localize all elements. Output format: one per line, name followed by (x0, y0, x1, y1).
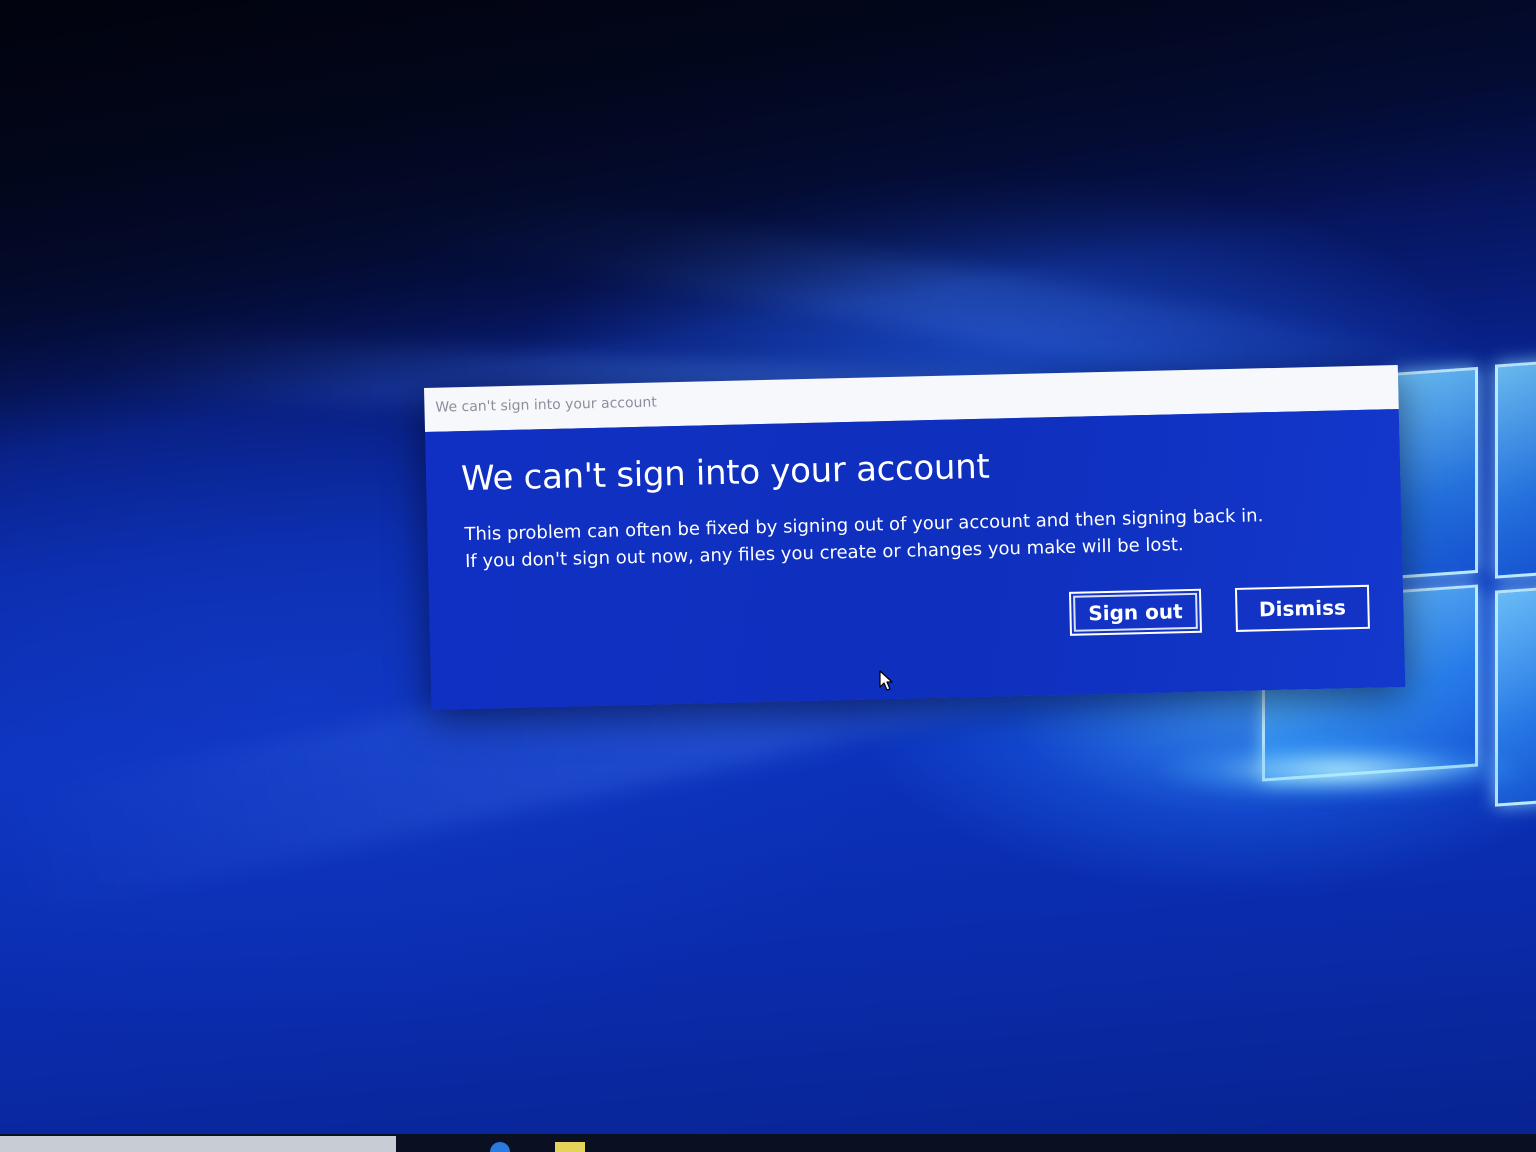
taskbar (0, 1134, 1536, 1152)
file-explorer-icon[interactable] (555, 1142, 585, 1152)
windows-logo-glow (1160, 740, 1520, 800)
dialog-window-title: We can't sign into your account (435, 394, 657, 416)
dialog-body: We can't sign into your account This pro… (425, 409, 1406, 710)
dialog-message: This problem can often be fixed by signi… (464, 500, 1365, 575)
edge-browser-icon[interactable] (490, 1142, 510, 1152)
arrow-pointer-icon (879, 670, 893, 691)
desktop: We can't sign into your account We can't… (0, 0, 1536, 1152)
dismiss-button[interactable]: Dismiss (1234, 584, 1370, 632)
dialog-heading: We can't sign into your account (460, 446, 990, 500)
sign-in-error-dialog: We can't sign into your account We can't… (424, 365, 1406, 710)
windows-logo-pane (1495, 359, 1536, 579)
windows-logo-pane (1390, 366, 1478, 580)
taskbar-search-box[interactable] (0, 1136, 396, 1152)
sign-out-button[interactable]: Sign out (1068, 588, 1202, 636)
